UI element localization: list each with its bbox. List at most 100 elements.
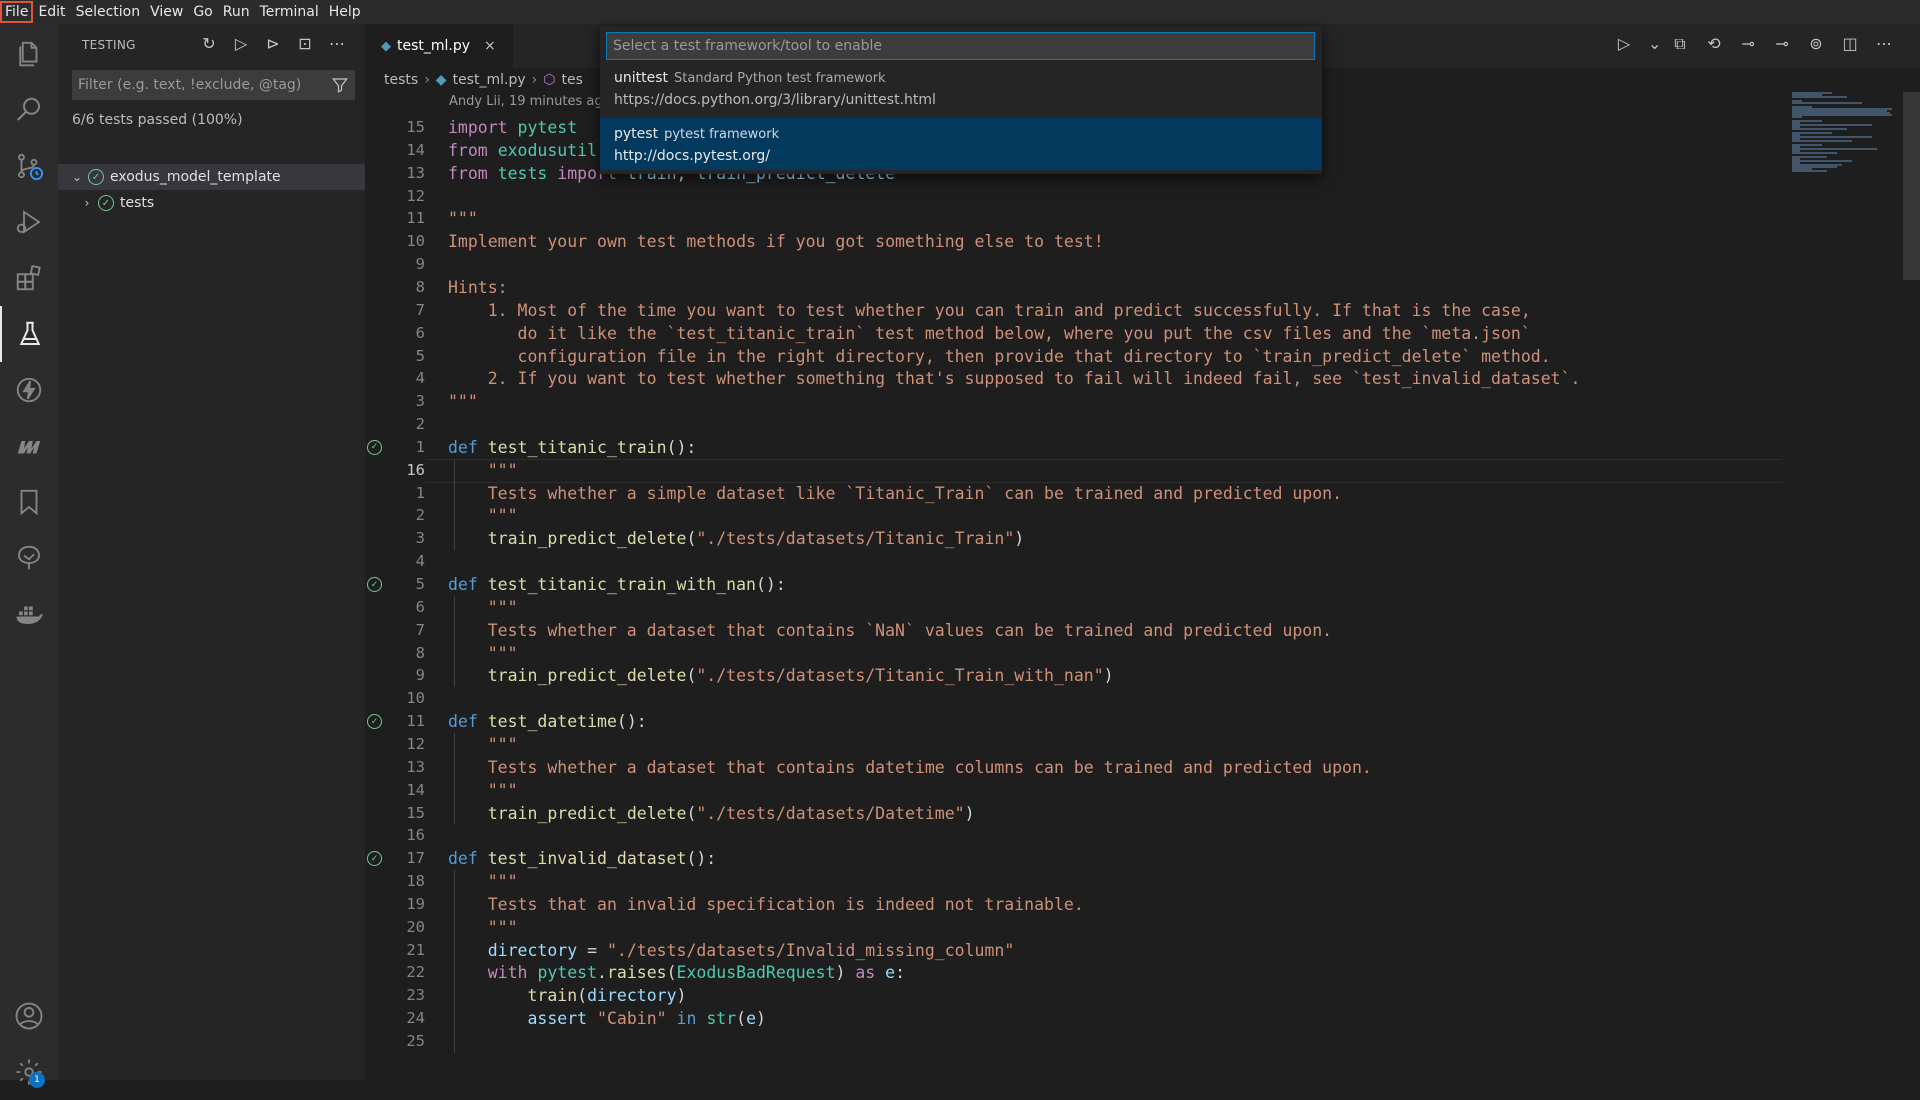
bookmark-icon[interactable] — [0, 474, 58, 530]
breadcrumb-folder[interactable]: tests — [384, 72, 418, 88]
close-icon[interactable]: × — [484, 38, 496, 54]
refresh-tests-icon[interactable]: ↻ — [198, 32, 220, 54]
menu-file[interactable]: File — [0, 1, 34, 23]
tree-item-exodus-model-template[interactable]: ⌄ ✓ exodus_model_template — [58, 164, 365, 190]
minimap-line — [1792, 96, 1847, 98]
code-line: train(directory) — [527, 986, 687, 1006]
line-number: 24 — [406, 1009, 425, 1028]
menu-go[interactable]: Go — [188, 1, 217, 23]
test-passed-gutter-icon[interactable]: ✓ — [367, 577, 382, 592]
menu-bar: File Edit Selection View Go Run Terminal… — [0, 0, 1920, 24]
quick-pick-item-pytest[interactable]: pytest pytest framework http://docs.pytes… — [600, 118, 1322, 170]
test-passed-gutter-icon[interactable]: ✓ — [367, 439, 382, 455]
line-number: 9 — [415, 666, 425, 685]
line-number: 10 — [406, 232, 425, 251]
next-change-icon[interactable]: ⊸ — [1772, 34, 1792, 54]
quick-pick-item-title: unittest Standard Python test framework — [614, 70, 886, 86]
minimap-line — [1792, 152, 1837, 154]
accounts-icon[interactable] — [0, 988, 58, 1044]
line-number: 14 — [406, 140, 425, 159]
menu-help[interactable]: Help — [324, 1, 366, 23]
more-actions-icon[interactable]: ⋯ — [326, 32, 348, 54]
git-lens-icon[interactable]: ⊚ — [1806, 34, 1826, 54]
minimap-line — [1792, 170, 1827, 172]
line-number: 13 — [406, 163, 425, 182]
code-line: import pytest — [448, 118, 578, 137]
breadcrumb: tests › ◆ test_ml.py › ⬡ tes — [365, 68, 583, 92]
tree-icon[interactable] — [0, 530, 58, 586]
symbol-icon: ⬡ — [543, 72, 556, 88]
code-line: train_predict_delete("./tests/datasets/T… — [487, 529, 1025, 549]
breadcrumb-symbol[interactable]: tes — [561, 72, 582, 88]
chevron-down-icon[interactable]: ⌄ — [70, 170, 84, 184]
mm-extension-icon[interactable] — [0, 418, 58, 474]
code-line: """ — [448, 209, 478, 229]
tree-item-tests[interactable]: › ✓ tests — [58, 190, 365, 216]
code-line: """ — [448, 460, 518, 480]
tab-test-ml-py[interactable]: ◆ test_ml.py × — [365, 24, 513, 68]
menu-selection[interactable]: Selection — [71, 1, 146, 23]
explorer-icon[interactable] — [0, 26, 58, 82]
line-number: 19 — [406, 894, 425, 913]
minimap-line — [1792, 140, 1852, 142]
source-control-icon[interactable] — [0, 138, 58, 194]
run-debug-icon[interactable] — [0, 194, 58, 250]
run-file-icon[interactable]: ▷ — [1614, 34, 1634, 54]
filter-icon[interactable] — [331, 76, 349, 98]
search-icon[interactable] — [0, 82, 58, 138]
quick-pick-item-description: Standard Python test framework — [674, 71, 886, 86]
test-filter-input[interactable] — [72, 76, 320, 94]
breadcrumb-file[interactable]: test_ml.py — [453, 72, 526, 88]
editor-actions: ▷ ⌄ ⧉ ⟲ ⊸ ⊸ ⊚ ◫ ⋯ — [1614, 34, 1894, 54]
test-passed-icon: ✓ — [88, 169, 104, 185]
previous-change-icon[interactable]: ⊸ — [1738, 34, 1758, 54]
sidebar-title: TESTING — [82, 38, 136, 52]
code-line: """ — [448, 917, 518, 937]
run-all-tests-icon[interactable]: ▷ — [230, 32, 252, 54]
code-line: Tests whether a dataset that contains da… — [448, 757, 1372, 777]
thunder-icon[interactable] — [0, 362, 58, 418]
tree-item-label: exodus_model_template — [110, 169, 281, 185]
testing-icon[interactable] — [0, 306, 58, 362]
vertical-scrollbar[interactable] — [1903, 92, 1920, 280]
docker-icon[interactable] — [0, 586, 58, 642]
line-number: 7 — [415, 620, 425, 639]
quick-pick-item-unittest[interactable]: unittest Standard Python test framework h… — [600, 62, 1322, 114]
quick-pick-item-description: pytest framework — [664, 127, 780, 142]
line-number: 6 — [415, 323, 425, 342]
quick-pick-item-detail: http://docs.pytest.org/ — [614, 148, 770, 164]
code-line: """ — [448, 392, 478, 412]
line-number: 15 — [406, 803, 425, 822]
code-line: def test_invalid_dataset(): — [448, 849, 717, 869]
minimap-line — [1792, 148, 1877, 150]
minimap-line — [1792, 114, 1892, 116]
menu-edit[interactable]: Edit — [33, 1, 70, 23]
test-passed-icon: ✓ — [98, 195, 114, 211]
settings-badge: 1 — [29, 1072, 45, 1088]
diff-icon[interactable]: ⧉ — [1670, 34, 1690, 54]
run-dropdown-icon[interactable]: ⌄ — [1648, 34, 1661, 54]
quick-pick-input[interactable] — [606, 32, 1315, 60]
test-passed-gutter-icon[interactable]: ✓ — [367, 714, 382, 730]
minimap[interactable] — [1790, 92, 1900, 182]
more-actions-icon[interactable]: ⋯ — [1874, 34, 1894, 54]
code-line: do it like the `test_titanic_train` test… — [448, 323, 1531, 343]
code-line: """ — [448, 734, 518, 754]
timeline-back-icon[interactable]: ⟲ — [1704, 34, 1724, 54]
extensions-icon[interactable] — [0, 250, 58, 306]
minimap-line — [1792, 160, 1852, 162]
current-line-highlight — [426, 459, 1782, 483]
code-line: Tests whether a dataset that contains `N… — [448, 620, 1333, 640]
menu-terminal[interactable]: Terminal — [255, 1, 324, 23]
line-number: 15 — [406, 118, 425, 136]
split-editor-icon[interactable]: ◫ — [1840, 34, 1860, 54]
menu-view[interactable]: View — [145, 1, 188, 23]
chevron-right-icon[interactable]: › — [80, 196, 94, 210]
line-number: 5 — [415, 346, 425, 365]
debug-all-tests-icon[interactable]: ⊳ — [262, 32, 284, 54]
show-output-icon[interactable]: ⊡ — [294, 32, 316, 54]
code-line: Tests whether a simple dataset like `Tit… — [448, 483, 1343, 503]
code-line: 1. Most of the time you want to test whe… — [448, 300, 1531, 320]
settings-gear-icon[interactable]: 1 — [0, 1044, 58, 1100]
menu-run[interactable]: Run — [218, 1, 255, 23]
